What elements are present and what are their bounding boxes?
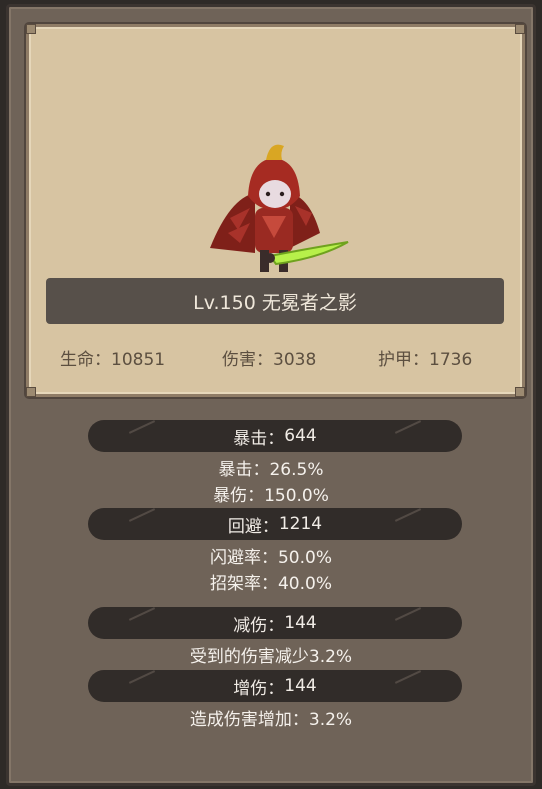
hero-name-bar: Lv.150 无冕者之影 [46, 278, 504, 324]
damage-taken-line: 受到的伤害减少3.2% [189, 647, 353, 667]
section-increase-header: 增伤： 144 [88, 670, 462, 702]
stat-hp: 生命：10851 [60, 345, 166, 370]
stat-damage-value: 3038 [273, 350, 317, 370]
parry-rate-line: 招架率：40.0% [209, 574, 332, 594]
section-reduction-header: 减伤： 144 [88, 607, 462, 639]
stat-armor-value: 1736 [429, 350, 473, 370]
card-corner-tr [515, 24, 525, 34]
section-evasion-header: 回避： 1214 [88, 508, 462, 540]
stat-hp-value: 10851 [111, 350, 166, 370]
section-increase-value: 144 [284, 676, 317, 696]
card-corner-tl [26, 24, 36, 34]
section-increase-label: 增伤： [233, 678, 285, 699]
hero-sprite [210, 144, 349, 272]
section-crit-header: 暴击： 644 [88, 420, 462, 452]
card-corner-bl [26, 387, 36, 397]
crit-rate-line: 暴击：26.5% [218, 460, 324, 480]
card-corner-br [515, 387, 525, 397]
section-evasion-label: 回避： [227, 516, 279, 537]
stat-armor-label: 护甲： [378, 350, 429, 370]
section-crit-label: 暴击： [233, 428, 285, 449]
crit-damage-line: 暴伤：150.0% [213, 486, 329, 506]
section-crit-value: 644 [284, 426, 317, 446]
stat-armor: 护甲：1736 [378, 345, 473, 370]
stat-hp-label: 生命： [60, 350, 111, 370]
damage-dealt-line: 造成伤害增加：3.2% [189, 710, 353, 730]
section-evasion-value: 1214 [278, 514, 323, 534]
hero-level-name: Lv.150 无冕者之影 [193, 291, 357, 314]
section-reduction-value: 144 [284, 613, 317, 633]
stat-damage-label: 伤害： [222, 350, 273, 370]
dodge-rate-line: 闪避率：50.0% [209, 548, 332, 568]
section-reduction-label: 减伤： [233, 615, 285, 636]
stat-damage: 伤害：3038 [222, 345, 317, 370]
